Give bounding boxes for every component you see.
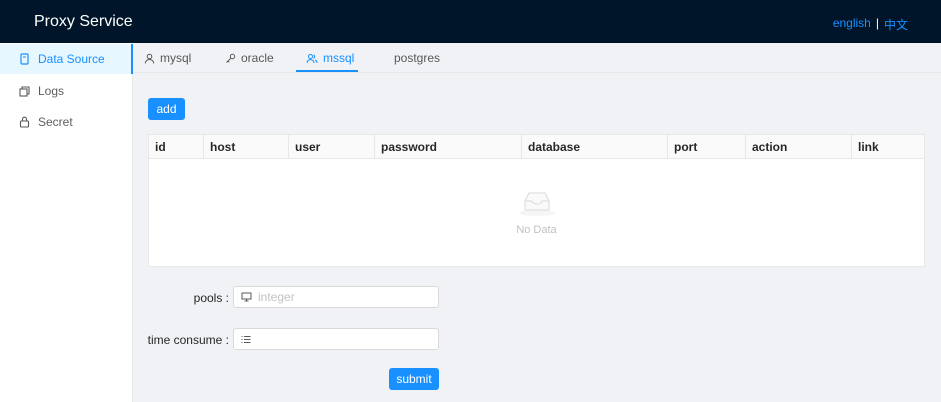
column-header-password[interactable]: password — [374, 135, 521, 159]
tab-label: mysql — [160, 51, 192, 65]
app-title: Proxy Service — [34, 13, 133, 30]
team-icon — [306, 53, 318, 64]
column-header-user[interactable]: user — [288, 135, 374, 159]
logs-icon — [17, 85, 31, 97]
sidebar: Data Source Logs Secret — [0, 43, 134, 402]
sidebar-item-data-source[interactable]: Data Source — [0, 44, 134, 74]
desktop-icon — [240, 292, 252, 302]
database-icon — [17, 53, 31, 65]
lang-chinese-link[interactable]: 中文 — [884, 16, 908, 33]
time-consume-label: time consume : — [147, 333, 229, 347]
tab-label: mssql — [323, 51, 355, 65]
tab-label: oracle — [241, 51, 274, 65]
lang-english-link[interactable]: english — [833, 16, 871, 33]
datasource-table: id host user password database port acti… — [148, 134, 925, 267]
app-header: Proxy Service english | 中文 — [0, 0, 941, 43]
column-header-id[interactable]: id — [149, 135, 203, 159]
table-empty-state: No Data — [149, 159, 924, 266]
key-icon — [224, 53, 236, 64]
time-consume-input[interactable] — [233, 328, 439, 350]
pools-placeholder: integer — [258, 290, 295, 304]
tab-label: postgres — [394, 51, 441, 65]
lock-icon — [17, 116, 31, 128]
list-icon — [240, 335, 252, 344]
active-tab-indicator — [296, 70, 358, 72]
column-header-action[interactable]: action — [745, 135, 851, 159]
tab-postgres[interactable]: postgres — [394, 43, 440, 73]
main-content: mysql oracle mssql postgres add id host … — [133, 43, 941, 402]
sidebar-item-secret[interactable]: Secret — [0, 107, 133, 137]
column-header-database[interactable]: database — [521, 135, 667, 159]
empty-text: No Data — [516, 224, 557, 236]
pools-input[interactable]: integer — [233, 286, 439, 308]
pools-label: pools : — [193, 291, 229, 305]
add-button[interactable]: add — [148, 98, 185, 120]
sidebar-item-label: Logs — [38, 84, 65, 98]
tab-mssql[interactable]: mssql — [306, 43, 354, 73]
db-tabs: mysql oracle mssql postgres — [133, 43, 941, 73]
lang-separator: | — [875, 16, 879, 30]
table-header: id host user password database port acti… — [149, 135, 924, 159]
column-header-host[interactable]: host — [203, 135, 288, 159]
empty-inbox-icon — [517, 189, 557, 220]
column-header-port[interactable]: port — [667, 135, 745, 159]
language-switcher: english | 中文 — [833, 16, 908, 33]
tab-mysql[interactable]: mysql — [143, 43, 191, 73]
sidebar-item-label: Secret — [38, 115, 73, 129]
tab-oracle[interactable]: oracle — [224, 43, 274, 73]
column-header-link[interactable]: link — [851, 135, 924, 159]
submit-button[interactable]: submit — [389, 368, 439, 390]
sidebar-item-logs[interactable]: Logs — [0, 76, 133, 106]
sidebar-item-label: Data Source — [38, 52, 105, 66]
user-icon — [143, 53, 155, 64]
